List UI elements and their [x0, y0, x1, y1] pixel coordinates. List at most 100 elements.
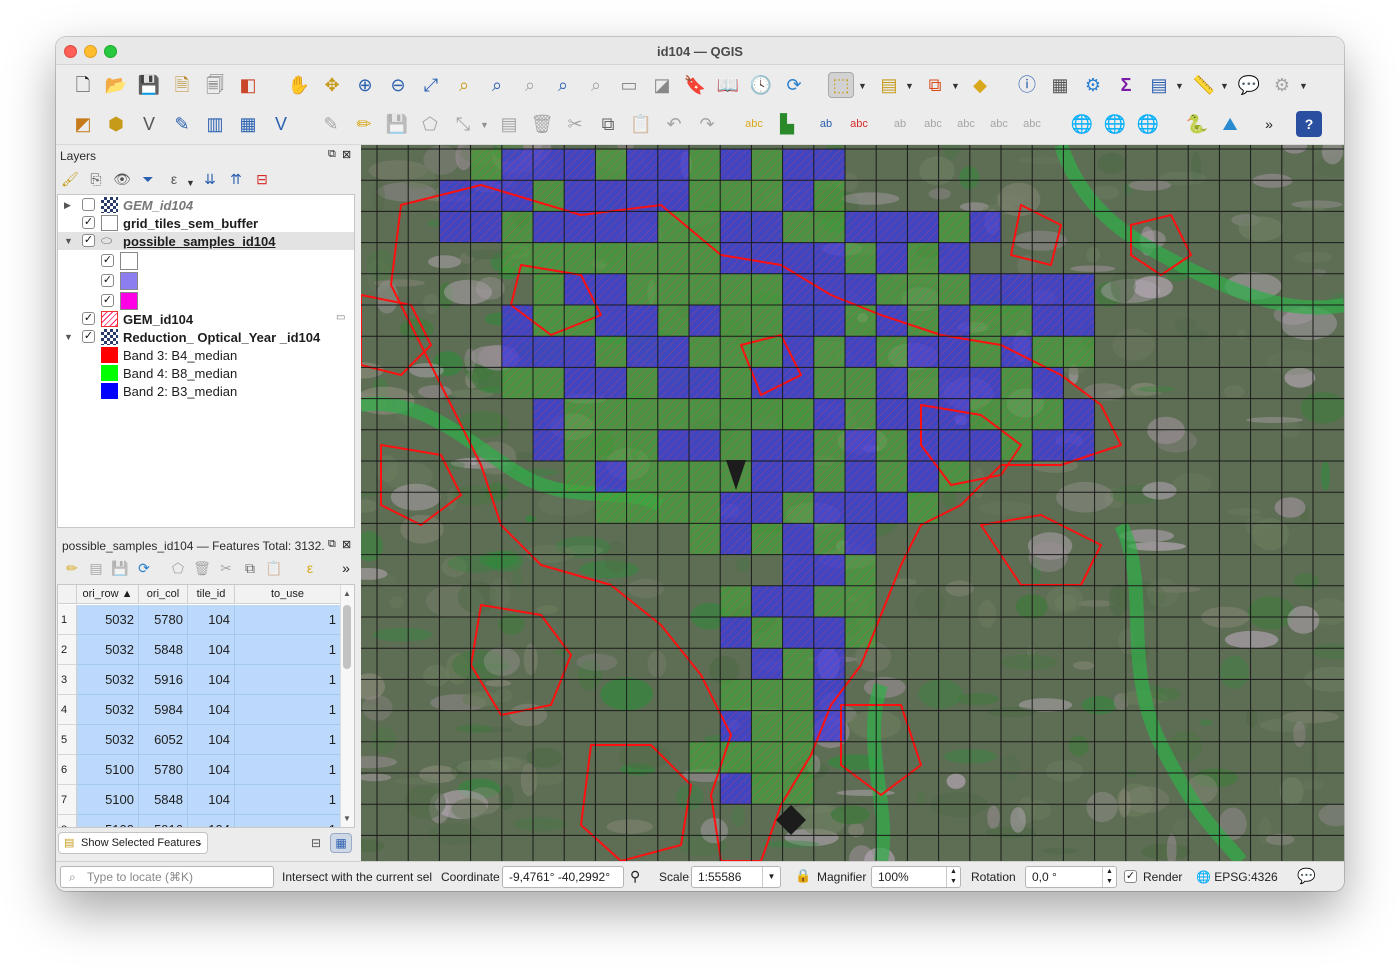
- delete-selected-icon[interactable]: 🗑: [529, 111, 555, 137]
- row-number[interactable]: 8: [58, 815, 77, 827]
- scale-combobox[interactable]: 1:55586 ▼: [691, 866, 781, 888]
- rotation-spinbox[interactable]: 0,0 ° ▲ ▼: [1025, 866, 1117, 888]
- new-mesh-layer-icon[interactable]: ▦: [235, 111, 261, 137]
- table-cell[interactable]: 1: [235, 755, 341, 785]
- new-3d-view-icon[interactable]: ◪: [649, 72, 675, 98]
- column-header[interactable]: ori_row ▲: [77, 585, 139, 604]
- vertex-tool-icon[interactable]: ⤡: [450, 111, 476, 137]
- measure-icon[interactable]: 📏: [1191, 72, 1217, 98]
- crs-button[interactable]: 🌐 EPSG:4326: [1196, 870, 1278, 884]
- zoom-next-icon[interactable]: ⌕: [583, 72, 609, 98]
- new-project-icon[interactable]: 🗋: [70, 72, 96, 98]
- style-manager-icon[interactable]: ◧: [235, 72, 261, 98]
- layer-checkbox[interactable]: ✓: [82, 330, 95, 343]
- row-number[interactable]: 4: [58, 695, 77, 725]
- table-cell[interactable]: 5780: [139, 755, 188, 785]
- save-project-icon[interactable]: 💾: [136, 72, 162, 98]
- toggle-editing-icon[interactable]: ✏: [351, 111, 377, 137]
- row-number[interactable]: 1: [58, 605, 77, 635]
- pan-icon[interactable]: ✋: [286, 72, 312, 98]
- column-header[interactable]: to_use: [235, 585, 341, 604]
- layer-label-icon[interactable]: ab: [813, 111, 839, 137]
- table-scrollbar[interactable]: ▲ ▼: [340, 585, 354, 827]
- chevron-down-icon[interactable]: ▼: [858, 81, 867, 91]
- map-tips-icon[interactable]: 💬: [1236, 72, 1262, 98]
- chevron-down-icon[interactable]: ▼: [1299, 81, 1308, 91]
- show-label-icon[interactable]: abc: [920, 111, 946, 137]
- coordinate-field[interactable]: -9,4761° -40,2992°: [502, 866, 624, 888]
- table-cell[interactable]: 1: [235, 785, 341, 815]
- lock-scale-icon[interactable]: 🔒: [795, 868, 811, 884]
- float-panel-icon[interactable]: ⧉: [328, 538, 336, 551]
- table-cell[interactable]: 5100: [77, 785, 139, 815]
- layer-row-grid-tiles[interactable]: ✓ grid_tiles_sem_buffer: [58, 214, 354, 232]
- row-number[interactable]: 2: [58, 635, 77, 665]
- chevron-down-icon[interactable]: ▼: [186, 178, 195, 188]
- table-cell[interactable]: 104: [188, 605, 235, 635]
- layer-checkbox[interactable]: ✓: [82, 234, 95, 247]
- move-label-icon[interactable]: abc: [953, 111, 979, 137]
- table-cell[interactable]: 5848: [139, 635, 188, 665]
- reload-icon[interactable]: ⟳: [134, 558, 154, 578]
- layer-row-gem-vector[interactable]: ✓ GEM_id104 ▭: [58, 310, 354, 328]
- table-cell[interactable]: 5032: [77, 695, 139, 725]
- chevron-down-icon[interactable]: ▼: [951, 81, 960, 91]
- zoom-last-icon[interactable]: ⌕: [550, 72, 576, 98]
- browse-layer-icon[interactable]: 🌐: [1102, 111, 1128, 137]
- select-location-icon[interactable]: ◆: [967, 72, 993, 98]
- delete-selected-icon[interactable]: 🗑: [192, 558, 212, 578]
- table-cell[interactable]: 104: [188, 695, 235, 725]
- chevron-down-icon[interactable]: ▼: [905, 81, 914, 91]
- table-cell[interactable]: 5916: [139, 815, 188, 827]
- table-cell[interactable]: 1: [235, 635, 341, 665]
- select-features-icon[interactable]: ⬚: [828, 72, 854, 98]
- row-number[interactable]: 3: [58, 665, 77, 695]
- new-virtual-layer-icon[interactable]: ▥: [202, 111, 228, 137]
- class-checkbox[interactable]: ✓: [101, 294, 114, 307]
- cut-features-icon[interactable]: ✂: [562, 111, 588, 137]
- table-cell[interactable]: 5984: [139, 695, 188, 725]
- table-cell[interactable]: 5780: [139, 605, 188, 635]
- table-view-icon[interactable]: ▦: [330, 833, 352, 853]
- attribute-table-icon[interactable]: ▤: [1146, 72, 1172, 98]
- remove-layer-icon[interactable]: ⊟: [252, 169, 272, 189]
- refresh-icon[interactable]: ⟳: [781, 72, 807, 98]
- layout-manager-icon[interactable]: 🗐: [202, 72, 228, 98]
- digitize-icon[interactable]: ✎: [318, 111, 344, 137]
- undo-icon[interactable]: ↶: [661, 111, 687, 137]
- new-shapefile-layer-icon[interactable]: V: [136, 111, 162, 137]
- row-number[interactable]: 6: [58, 755, 77, 785]
- float-panel-icon[interactable]: ⧉: [328, 148, 336, 161]
- add-group-icon[interactable]: ⎘: [86, 169, 106, 189]
- column-header[interactable]: ori_col: [139, 585, 188, 604]
- multi-edit-icon[interactable]: ▤: [86, 558, 106, 578]
- cut-features-icon[interactable]: ✂: [216, 558, 236, 578]
- table-cell[interactable]: 5916: [139, 665, 188, 695]
- statistics-icon[interactable]: ▦: [1047, 72, 1073, 98]
- table-cell[interactable]: 5032: [77, 605, 139, 635]
- layer-checkbox[interactable]: ✓: [82, 312, 95, 325]
- table-cell[interactable]: 1: [235, 695, 341, 725]
- messages-icon[interactable]: 💬: [1297, 867, 1316, 885]
- rule-label-icon[interactable]: abc: [846, 111, 872, 137]
- add-feature-icon[interactable]: ⬠: [417, 111, 443, 137]
- new-map-view-icon[interactable]: ▭: [616, 72, 642, 98]
- save-edits-icon[interactable]: 💾: [384, 111, 410, 137]
- table-cell[interactable]: 5032: [77, 665, 139, 695]
- row-number[interactable]: 5: [58, 725, 77, 755]
- chevron-down-icon[interactable]: ▼: [480, 120, 489, 130]
- close-panel-icon[interactable]: ⊠: [342, 538, 351, 551]
- copy-features-icon[interactable]: ⧉: [595, 111, 621, 137]
- table-cell[interactable]: 104: [188, 785, 235, 815]
- row-number[interactable]: 7: [58, 785, 77, 815]
- class-checkbox[interactable]: ✓: [101, 274, 114, 287]
- show-features-dropdown[interactable]: ▤ Show Selected Features ⌄: [58, 832, 208, 854]
- paste-features-icon[interactable]: 📋: [264, 558, 284, 578]
- processing-toolbox-icon[interactable]: ⚙: [1080, 72, 1106, 98]
- open-layer-styling-icon[interactable]: 🖌: [60, 169, 80, 189]
- filter-legend-icon[interactable]: ⏷: [138, 169, 158, 189]
- layer-row-reduction-optical[interactable]: ▼ ✓ Reduction_ Optical_Year _id104: [58, 328, 354, 346]
- table-cell[interactable]: 5848: [139, 785, 188, 815]
- paste-features-icon[interactable]: 📋: [628, 111, 654, 137]
- layer-row-gem-raster[interactable]: ▶ GEM_id104: [58, 196, 354, 214]
